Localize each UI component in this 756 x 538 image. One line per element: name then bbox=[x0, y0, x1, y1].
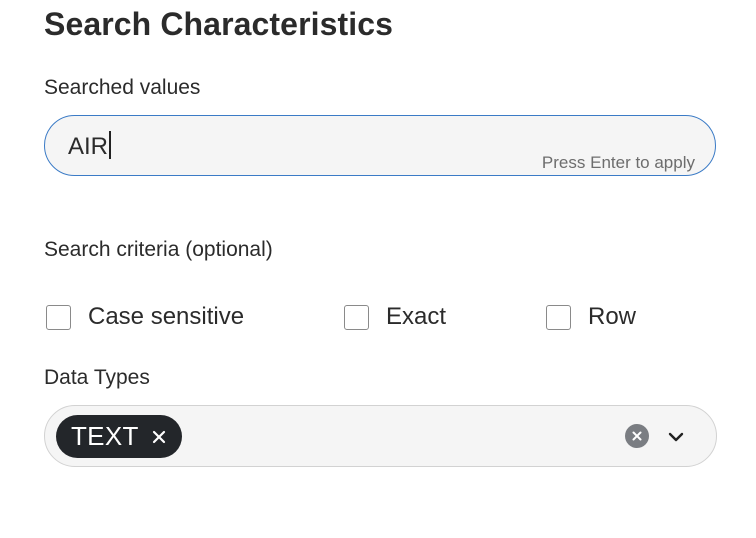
data-types-select[interactable]: TEXT bbox=[44, 405, 717, 467]
searched-values-label: Searched values bbox=[44, 76, 201, 99]
searched-values-text[interactable]: AIR bbox=[68, 131, 111, 161]
exact-option[interactable]: Exact bbox=[344, 302, 446, 332]
row-option[interactable]: Row bbox=[546, 302, 636, 332]
row-label[interactable]: Row bbox=[588, 303, 636, 331]
row-checkbox[interactable] bbox=[546, 304, 571, 330]
data-types-label: Data Types bbox=[44, 366, 150, 389]
close-icon[interactable] bbox=[152, 430, 166, 444]
exact-label[interactable]: Exact bbox=[386, 303, 446, 331]
case-sensitive-label[interactable]: Case sensitive bbox=[88, 303, 244, 331]
search-criteria-options: Case sensitive Exact Row bbox=[46, 302, 726, 332]
chevron-down-icon[interactable] bbox=[665, 426, 687, 448]
search-characteristics-panel: Search Characteristics Searched values A… bbox=[0, 0, 756, 538]
text-caret bbox=[109, 131, 111, 159]
case-sensitive-checkbox[interactable] bbox=[46, 304, 71, 330]
searched-values-input[interactable]: AIR Press Enter to apply bbox=[44, 115, 716, 176]
exact-checkbox[interactable] bbox=[344, 304, 369, 330]
clear-circle-icon[interactable] bbox=[625, 424, 649, 448]
searched-values-hint: Press Enter to apply bbox=[541, 153, 695, 172]
page-title: Search Characteristics bbox=[44, 6, 394, 42]
case-sensitive-option[interactable]: Case sensitive bbox=[46, 302, 244, 332]
search-criteria-label: Search criteria (optional) bbox=[44, 238, 273, 261]
data-type-chip-label: TEXT bbox=[71, 421, 139, 451]
data-type-chip-text: TEXT bbox=[56, 415, 182, 458]
